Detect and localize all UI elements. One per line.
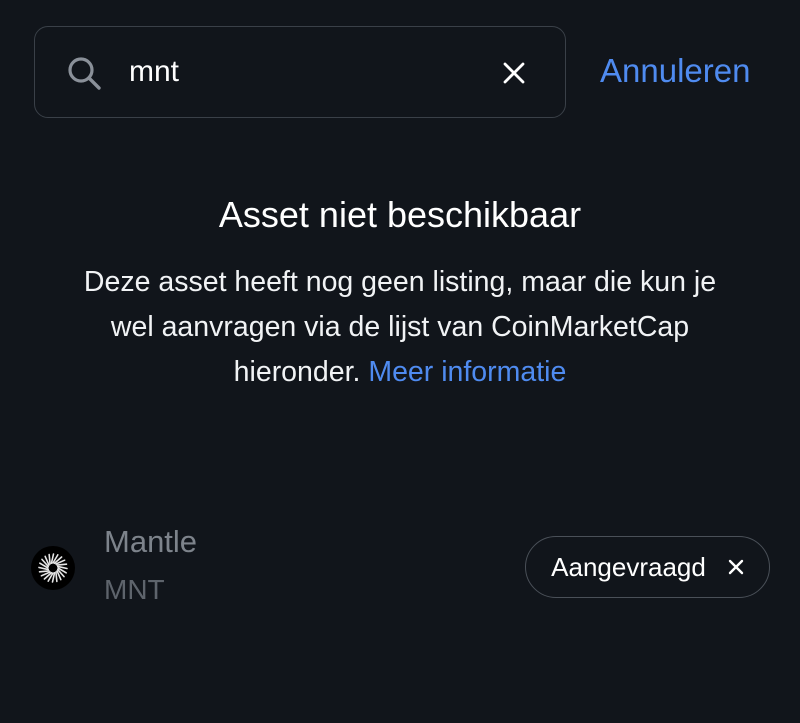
cancel-button[interactable]: Annuleren — [600, 52, 750, 90]
clear-search-icon[interactable] — [501, 60, 527, 86]
requested-badge[interactable]: Aangevraagd — [525, 536, 770, 598]
asset-symbol: MNT — [104, 574, 165, 605]
asset-search-screen: Annuleren Asset niet beschikbaar Deze as… — [0, 0, 800, 723]
mantle-logo-icon — [31, 546, 75, 590]
unavailable-description: Deze asset heeft nog geen listing, maar … — [60, 260, 740, 395]
close-icon[interactable] — [728, 559, 744, 575]
asset-name: Mantle — [104, 524, 198, 559]
requested-label: Aangevraagd — [551, 551, 706, 582]
search-input[interactable] — [129, 49, 489, 95]
unavailable-title: Asset niet beschikbaar — [218, 194, 582, 235]
asset-list-item[interactable]: Mantle MNT Aangevraagd — [0, 510, 800, 620]
more-info-link[interactable]: Meer informatie — [368, 356, 566, 388]
search-icon — [65, 54, 103, 92]
search-box[interactable] — [34, 26, 566, 118]
